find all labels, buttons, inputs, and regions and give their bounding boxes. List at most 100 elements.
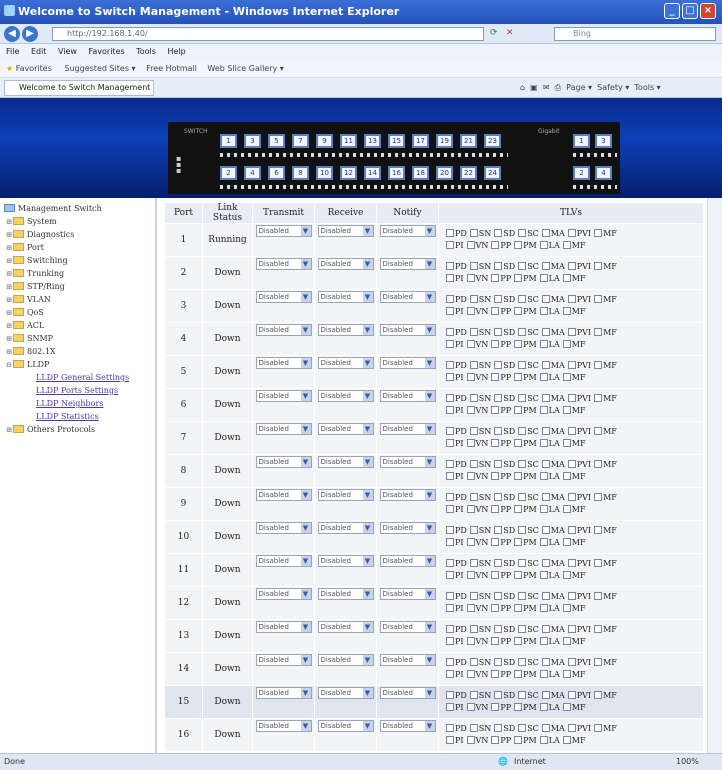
tlv-checkbox[interactable] — [446, 724, 454, 732]
tlv-checkbox[interactable] — [514, 439, 523, 447]
tlv-checkbox[interactable] — [469, 658, 478, 666]
tlv-checkbox[interactable] — [562, 373, 571, 381]
tlv-checkbox[interactable] — [494, 361, 503, 369]
tlv-checkbox[interactable] — [539, 736, 548, 744]
tlv-checkbox[interactable] — [518, 394, 527, 402]
tree-item-acl[interactable]: ⊞ ACL — [0, 319, 155, 332]
tree-item-diagnostics[interactable]: ⊞ Diagnostics — [0, 228, 155, 241]
dropdown-arrow-icon[interactable]: ▼ — [362, 655, 373, 665]
tlv-checkbox[interactable] — [518, 625, 527, 633]
switch-port-18[interactable]: 18 — [412, 166, 429, 180]
tlv-checkbox[interactable] — [541, 460, 550, 468]
switch-port-4[interactable]: 4 — [244, 166, 261, 180]
tlv-checkbox[interactable] — [594, 658, 603, 666]
dropdown-arrow-icon[interactable]: ▼ — [300, 226, 311, 236]
tlv-checkbox[interactable] — [567, 658, 576, 666]
switch-port-5[interactable]: 5 — [268, 134, 285, 148]
tree-item-802-1x[interactable]: ⊞ 802.1X — [0, 345, 155, 358]
receive-select[interactable]: Disabled ▼ — [317, 390, 374, 402]
dropdown-arrow-icon[interactable]: ▼ — [300, 622, 311, 632]
tlv-checkbox[interactable] — [491, 703, 500, 711]
tlv-checkbox[interactable] — [469, 460, 478, 468]
dropdown-arrow-icon[interactable]: ▼ — [362, 556, 373, 566]
tlv-checkbox[interactable] — [514, 340, 523, 348]
notify-select[interactable]: Disabled ▼ — [379, 225, 436, 237]
safety-menu[interactable]: Safety ▾ — [597, 83, 629, 92]
tlv-checkbox[interactable] — [446, 307, 454, 315]
tlv-checkbox[interactable] — [446, 328, 454, 336]
tree-item-stp-ring[interactable]: ⊞ STP/Ring — [0, 280, 155, 293]
tlv-checkbox[interactable] — [567, 724, 576, 732]
switch-port-24[interactable]: 24 — [484, 166, 501, 180]
tlv-checkbox[interactable] — [469, 361, 478, 369]
tlv-checkbox[interactable] — [539, 505, 548, 513]
switch-port-6[interactable]: 6 — [268, 166, 285, 180]
tlv-checkbox[interactable] — [446, 472, 454, 480]
tlv-checkbox[interactable] — [539, 703, 548, 711]
fav-free-hotmail[interactable]: Free Hotmail — [146, 64, 197, 73]
tlv-checkbox[interactable] — [446, 571, 454, 579]
tlv-checkbox[interactable] — [491, 439, 500, 447]
tlv-checkbox[interactable] — [541, 262, 550, 270]
tlv-checkbox[interactable] — [469, 493, 478, 501]
dropdown-arrow-icon[interactable]: ▼ — [362, 325, 373, 335]
tlv-checkbox[interactable] — [541, 724, 550, 732]
maximize-button[interactable]: □ — [682, 3, 698, 19]
tlv-checkbox[interactable] — [466, 307, 475, 315]
transmit-select[interactable]: Disabled ▼ — [255, 654, 312, 666]
tlv-checkbox[interactable] — [539, 670, 548, 678]
receive-select[interactable]: Disabled ▼ — [317, 720, 374, 732]
receive-select[interactable]: Disabled ▼ — [317, 687, 374, 699]
tlv-checkbox[interactable] — [469, 394, 478, 402]
tlv-checkbox[interactable] — [518, 526, 527, 534]
menu-edit[interactable]: Edit — [31, 47, 47, 56]
dropdown-arrow-icon[interactable]: ▼ — [424, 490, 435, 500]
tlv-checkbox[interactable] — [446, 406, 454, 414]
tree-item-lldp-neighbors[interactable]: LLDP Neighbors — [0, 397, 155, 410]
tlv-checkbox[interactable] — [446, 394, 454, 402]
tlv-checkbox[interactable] — [491, 637, 500, 645]
tlv-checkbox[interactable] — [514, 307, 523, 315]
tlv-checkbox[interactable] — [446, 592, 454, 600]
receive-select[interactable]: Disabled ▼ — [317, 324, 374, 336]
tlv-checkbox[interactable] — [594, 559, 603, 567]
receive-select[interactable]: Disabled ▼ — [317, 225, 374, 237]
tlv-checkbox[interactable] — [446, 241, 454, 249]
tlv-checkbox[interactable] — [539, 274, 548, 282]
tlv-checkbox[interactable] — [491, 472, 500, 480]
notify-select[interactable]: Disabled ▼ — [379, 357, 436, 369]
receive-select[interactable]: Disabled ▼ — [317, 654, 374, 666]
tlv-checkbox[interactable] — [469, 625, 478, 633]
tlv-checkbox[interactable] — [539, 538, 548, 546]
receive-select[interactable]: Disabled ▼ — [317, 588, 374, 600]
dropdown-arrow-icon[interactable]: ▼ — [424, 622, 435, 632]
tlv-checkbox[interactable] — [594, 394, 603, 402]
tlv-checkbox[interactable] — [567, 559, 576, 567]
tlv-checkbox[interactable] — [466, 373, 475, 381]
tlv-checkbox[interactable] — [594, 460, 603, 468]
tlv-checkbox[interactable] — [446, 736, 454, 744]
tlv-checkbox[interactable] — [518, 493, 527, 501]
dropdown-arrow-icon[interactable]: ▼ — [362, 391, 373, 401]
dropdown-arrow-icon[interactable]: ▼ — [424, 457, 435, 467]
tlv-checkbox[interactable] — [466, 703, 475, 711]
search-input[interactable]: Bing — [554, 27, 716, 41]
dropdown-arrow-icon[interactable]: ▼ — [300, 424, 311, 434]
tlv-checkbox[interactable] — [514, 241, 523, 249]
tlv-checkbox[interactable] — [562, 637, 571, 645]
tree-item-system[interactable]: ⊞ System — [0, 215, 155, 228]
dropdown-arrow-icon[interactable]: ▼ — [424, 655, 435, 665]
tlv-checkbox[interactable] — [514, 274, 523, 282]
tlv-checkbox[interactable] — [562, 241, 571, 249]
dropdown-arrow-icon[interactable]: ▼ — [362, 688, 373, 698]
tlv-checkbox[interactable] — [562, 406, 571, 414]
switch-port-22[interactable]: 22 — [460, 166, 477, 180]
tlv-checkbox[interactable] — [518, 328, 527, 336]
tlv-checkbox[interactable] — [446, 373, 454, 381]
tlv-checkbox[interactable] — [494, 658, 503, 666]
dropdown-arrow-icon[interactable]: ▼ — [362, 721, 373, 731]
tlv-checkbox[interactable] — [494, 493, 503, 501]
tlv-checkbox[interactable] — [446, 658, 454, 666]
tree-item-switching[interactable]: ⊞ Switching — [0, 254, 155, 267]
tlv-checkbox[interactable] — [494, 559, 503, 567]
